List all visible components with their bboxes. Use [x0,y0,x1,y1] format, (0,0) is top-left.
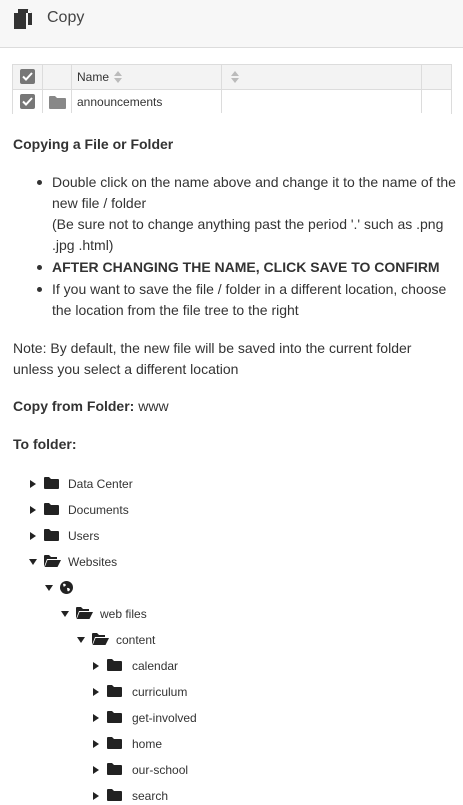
caret-down-icon[interactable] [29,559,37,565]
checkmark-icon [22,72,33,81]
tree-item-label[interactable]: calendar [132,657,178,675]
row-checkbox[interactable] [20,94,35,109]
to-folder-label: To folder: [13,436,77,452]
sort-icon[interactable] [231,71,239,83]
list-item: If you want to save the file / folder in… [13,279,458,321]
folder-open-icon [76,607,93,619]
dialog-title: Copy [47,9,85,26]
caret-right-icon[interactable] [93,714,99,722]
folder-icon [107,659,122,671]
folder-open-icon [44,555,61,567]
column-header-name[interactable]: Name [77,70,109,84]
tree-item-label[interactable]: curriculum [132,683,187,701]
instruction-text: (Be sure not to change anything past the… [52,216,444,253]
sort-icon[interactable] [114,71,122,83]
caret-right-icon[interactable] [93,792,99,800]
globe-icon [60,581,73,594]
folder-icon [49,96,66,109]
table-header-row: Name [13,65,451,90]
caret-right-icon[interactable] [93,740,99,748]
caret-right-icon[interactable] [30,480,36,488]
folder-icon [107,763,122,775]
column-divider [421,65,422,113]
caret-down-icon[interactable] [45,585,53,591]
caret-down-icon[interactable] [77,637,85,643]
folder-icon [107,737,122,749]
tree-item-label[interactable]: Data Center [68,475,133,493]
tree-item-label[interactable]: web files [100,605,147,623]
column-divider [71,65,72,113]
folder-icon [44,529,59,541]
folder-icon [44,477,59,489]
caret-right-icon[interactable] [30,532,36,540]
list-item: Double click on the name above and chang… [13,172,458,256]
tree-item-label[interactable]: content [116,631,155,649]
copy-from-value: www [138,398,169,414]
section-title: Copying a File or Folder [13,136,174,152]
checkmark-icon [22,97,33,106]
file-table: Name announcements [12,64,452,114]
tree-item-label[interactable]: our-school [132,761,188,779]
caret-right-icon[interactable] [30,506,36,514]
tree-item-label[interactable]: Documents [68,501,129,519]
tree-item-label[interactable]: Users [68,527,99,545]
file-name-cell[interactable]: announcements [77,95,162,109]
note-text: Note: By default, the new file will be s… [13,340,412,377]
tree-item-label[interactable]: home [132,735,162,753]
instruction-text: AFTER CHANGING THE NAME, CLICK SAVE TO C… [52,259,440,275]
column-divider [42,65,43,113]
column-divider [221,65,222,113]
folder-icon [107,789,122,801]
caret-right-icon[interactable] [93,662,99,670]
caret-down-icon[interactable] [61,611,69,617]
instruction-text: Double click on the name above and chang… [52,174,456,211]
list-item: AFTER CHANGING THE NAME, CLICK SAVE TO C… [13,257,458,278]
copy-from-line: Copy from Folder: www [13,398,169,414]
instruction-list: Double click on the name above and chang… [13,172,458,322]
folder-icon [44,503,59,515]
instruction-text: If you want to save the file / folder in… [52,281,447,318]
copy-from-label: Copy from Folder: [13,398,135,414]
select-all-checkbox[interactable] [20,69,35,84]
tree-item-label[interactable]: Websites [68,553,117,571]
caret-right-icon[interactable] [93,766,99,774]
caret-right-icon[interactable] [93,688,99,696]
tree-item-label[interactable]: get-involved [132,709,197,727]
folder-open-icon [92,633,109,645]
tree-item-label[interactable]: search [132,787,168,805]
folder-icon [107,685,122,697]
table-row[interactable]: announcements [13,90,451,114]
dialog-header: Copy [0,0,463,48]
copy-icon [14,9,32,29]
folder-icon [107,711,122,723]
